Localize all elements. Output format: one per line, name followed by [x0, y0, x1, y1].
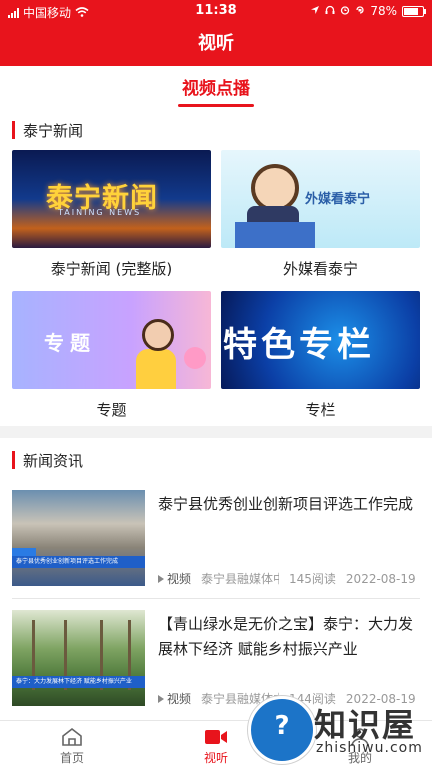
nav-label: 首页 [59, 751, 84, 765]
section-accent-bar [12, 121, 15, 139]
tab-video-on-demand[interactable]: 视频点播 [0, 74, 432, 99]
news-title: 泰宁县优秀创业创新项目评选工作完成 [158, 495, 414, 513]
category-label: 专栏 [305, 401, 336, 419]
news-thumbnail: 泰宁：大力发展林下经济 赋能乡村振兴产业 [12, 610, 145, 706]
category-card-foreign-media[interactable]: 外媒看泰宁 外媒看泰宁 [221, 150, 420, 279]
headphones-icon [325, 4, 335, 18]
thumbnail-text: 专题 [44, 331, 96, 355]
category-thumbnail: 泰宁新闻 TAINING NEWS [12, 150, 211, 248]
reporter-illustration [142, 319, 174, 351]
category-label: 泰宁新闻 (完整版) [50, 260, 173, 278]
category-label: 外媒看泰宁 [282, 260, 358, 278]
battery-icon [402, 5, 426, 17]
section-title: 泰宁新闻 [23, 121, 84, 140]
tab-bar: 视频点播 [0, 66, 432, 109]
section-heading: 泰宁新闻 [12, 120, 83, 140]
news-type-tag: 视频 [167, 572, 192, 586]
alarm-icon [340, 4, 350, 18]
rotation-lock-icon [355, 4, 365, 18]
thumbnail-subtext: TAINING NEWS [58, 208, 142, 217]
nav-home[interactable]: 首页 [32, 725, 112, 766]
section-accent-bar [12, 451, 15, 469]
decorative-circle [184, 347, 206, 369]
thumbnail-text: 特色专栏 [223, 325, 375, 365]
category-card-column[interactable]: 特色专栏 专栏 [221, 291, 420, 420]
watermark: ? 知识屋 zhishiwu.com [242, 696, 432, 764]
play-icon [158, 694, 164, 703]
thumbnail-text: 外媒看泰宁 [305, 192, 371, 207]
status-bar: 中国移动 11:38 78% [0, 0, 432, 22]
publish-date: 2022-08-19 [345, 571, 416, 586]
watermark-url: zhishiwu.com [316, 740, 423, 756]
news-item[interactable]: 泰宁县优秀创业创新项目评选工作完成 泰宁县优秀创业创新项目评选工作完成 视频 泰… [12, 490, 420, 596]
active-tab-indicator [178, 104, 254, 107]
category-thumbnail: 特色专栏 [221, 291, 420, 389]
location-arrow-icon [310, 4, 320, 18]
page-title: 视听 [198, 33, 234, 54]
reporter-body [136, 349, 176, 389]
news-meta: 视频 泰宁县融媒体中心 145阅读 2022-08-19 [158, 570, 422, 587]
news-thumbnail: 泰宁县优秀创业创新项目评选工作完成 [12, 490, 145, 586]
help-icon: ? [274, 711, 290, 741]
thumbnail-caption: 泰宁县优秀创业创新项目评选工作完成 [12, 556, 145, 568]
speaker-illustration [251, 164, 299, 212]
channel-logo [12, 548, 36, 556]
app-bar: 视听 [0, 22, 432, 66]
play-icon [158, 574, 164, 583]
video-category-section: 泰宁新闻 泰宁新闻 TAINING NEWS 泰宁新闻 (完整版) 外媒看泰宁 … [0, 108, 432, 426]
divider [12, 598, 420, 599]
home-icon [32, 725, 112, 749]
thumbnail-caption: 泰宁：大力发展林下经济 赋能乡村振兴产业 [12, 676, 145, 688]
battery-percent: 78% [370, 4, 397, 18]
category-label: 专题 [96, 401, 127, 419]
podium-illustration [235, 222, 315, 248]
news-source: 泰宁县融媒体中心 [201, 572, 279, 586]
news-type-tag: 视频 [167, 692, 192, 706]
category-thumbnail: 专题 [12, 291, 211, 389]
category-thumbnail: 外媒看泰宁 [221, 150, 420, 248]
category-card-taining-news[interactable]: 泰宁新闻 TAINING NEWS 泰宁新闻 (完整版) [12, 150, 211, 279]
category-card-special-topic[interactable]: 专题 专题 [12, 291, 211, 420]
watermark-logo: ? [248, 696, 316, 764]
section-heading: 新闻资讯 [12, 450, 83, 470]
read-count: 145阅读 [289, 572, 336, 586]
news-title: 【青山绿水是无价之宝】泰宁：大力发展林下经济 赋能乡村振兴产业 [158, 615, 414, 658]
section-title: 新闻资讯 [23, 451, 84, 470]
news-section: 新闻资讯 泰宁县优秀创业创新项目评选工作完成 泰宁县优秀创业创新项目评选工作完成… [0, 438, 432, 728]
